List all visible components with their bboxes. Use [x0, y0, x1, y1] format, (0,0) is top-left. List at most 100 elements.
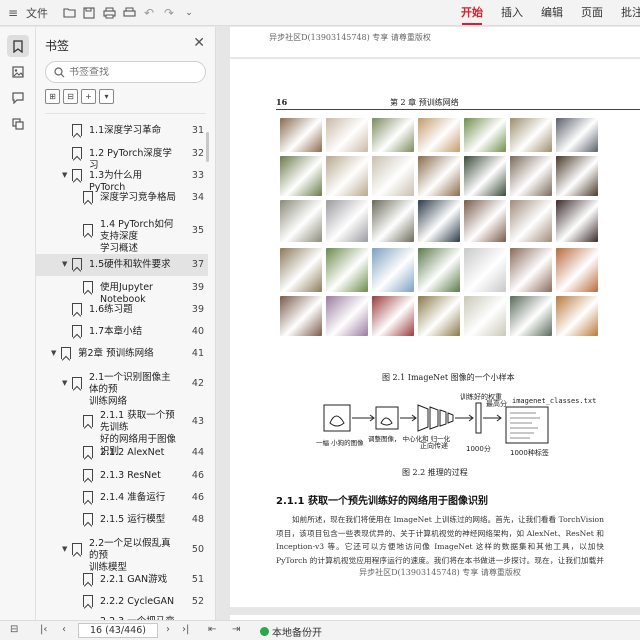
bookmark-page-number: 34 — [191, 192, 204, 203]
diagram-label-max: 最高分 — [486, 399, 507, 408]
backup-status[interactable]: 本地备份开 — [260, 624, 322, 639]
bookmark-flag-icon — [83, 469, 93, 481]
save-icon[interactable] — [82, 6, 96, 20]
chevron-down-icon[interactable]: ⌄ — [182, 6, 196, 20]
bookmark-item[interactable]: ▼ 2.2一个足以假乱真的预 训练模型 50 — [36, 531, 208, 573]
bookmark-item[interactable]: 2.1.2 AlexNet 44 — [36, 442, 208, 464]
sample-photo — [464, 248, 506, 292]
forward-icon[interactable]: ⇥ — [232, 624, 240, 635]
sample-photo — [372, 200, 414, 242]
collapse-all-icon[interactable]: ⊟ — [63, 89, 78, 104]
expand-arrow-icon[interactable]: ▼ — [62, 171, 67, 179]
bookmark-label-line: 学习概述 — [100, 243, 139, 254]
redo-icon[interactable]: ↷ — [162, 6, 176, 20]
tab-edit[interactable]: 编辑 — [532, 0, 572, 26]
bookmark-item[interactable]: 1.1深度学习革命 31 — [36, 120, 208, 142]
document-page: 16 第 2 章 预训练网络 图 2.1 ImageNet 图像的一个小样本 训… — [230, 59, 640, 607]
sample-photo — [280, 248, 322, 292]
sample-photo — [556, 118, 598, 152]
bookmark-item[interactable]: 2.1.4 准备运行 46 — [36, 487, 208, 509]
expand-all-icon[interactable]: ⊞ — [45, 89, 60, 104]
document-viewport[interactable]: 异步社区D(13903145748) 专享 请尊重版权 16 第 2 章 预训练… — [217, 27, 640, 620]
sample-photo — [556, 156, 598, 196]
bookmark-item[interactable]: 使用Jupyter Notebook 39 — [36, 277, 208, 305]
bookmark-page-number: 41 — [191, 348, 204, 359]
tab-start[interactable]: 开始 — [452, 0, 492, 26]
bookmark-tools: ⊞ ⊟ + ▾ — [45, 89, 114, 104]
page-number: 16 — [276, 97, 288, 107]
next-page-icon[interactable]: › — [166, 624, 170, 635]
bookmark-settings-icon[interactable]: ▾ — [99, 89, 114, 104]
expand-arrow-icon[interactable]: ▼ — [51, 349, 56, 357]
tab-page[interactable]: 页面 — [572, 0, 612, 26]
bookmark-item[interactable]: 2.2.3 一个把马变成斑马的网络53 — [36, 613, 208, 620]
bookmark-flag-icon — [61, 347, 71, 359]
bookmark-label-line: 2.2.1 GAN游戏 — [100, 574, 168, 585]
bookmark-item[interactable]: 深度学习竞争格局 34 — [36, 187, 208, 209]
bookmark-item[interactable]: 2.2.2 CycleGAN 52 — [36, 591, 208, 613]
bookmark-item[interactable]: ▼ 1.3为什么用PyTorch 33 — [36, 165, 208, 193]
page-number-input[interactable]: 16 (43/446) — [78, 623, 158, 638]
bookmark-item[interactable]: 1.6练习题 39 — [36, 299, 208, 321]
bookmark-label-line: 2.1一个识别图像主体的预 — [89, 372, 171, 395]
first-page-icon[interactable]: |‹ — [40, 624, 47, 635]
expand-arrow-icon[interactable]: ▼ — [62, 379, 67, 387]
last-page-icon[interactable]: ›| — [182, 624, 189, 635]
attachment-icon[interactable] — [7, 113, 29, 135]
expand-arrow-icon[interactable]: ▼ — [62, 260, 67, 268]
sample-photo — [510, 118, 552, 152]
sample-photo — [418, 118, 460, 152]
bookmark-page-number: 52 — [191, 596, 204, 607]
thumbnail-icon[interactable] — [7, 61, 29, 83]
prev-page-icon[interactable]: ‹ — [62, 624, 66, 635]
bookmark-item[interactable]: 2.1.1 获取一个预先训练 好的网络用于图像识别 43 — [36, 405, 208, 457]
sample-photo — [418, 296, 460, 336]
bookmark-label: 2.2.1 GAN游戏 — [100, 574, 178, 586]
bookmark-item[interactable]: ▼ 1.5硬件和软件要求 37 — [36, 254, 208, 276]
bookmark-search-input[interactable] — [69, 66, 199, 78]
sample-photo — [326, 200, 368, 242]
dog-sketch-2 — [380, 417, 393, 426]
bookmark-item[interactable]: 2.2.1 GAN游戏 51 — [36, 569, 208, 591]
bookmark-page-number: 46 — [191, 492, 204, 503]
bookmark-label: 1.7本章小结 — [89, 326, 178, 338]
bookmark-panel-icon[interactable] — [7, 35, 29, 57]
sample-photo — [510, 248, 552, 292]
bookmark-page-number: 35 — [191, 225, 204, 236]
diagram-label-preprocess: 调整图像， 中心化和 归一化 — [368, 434, 451, 443]
bookmark-item[interactable]: 1.4 PyTorch如何支持深度 学习概述 35 — [36, 210, 208, 254]
diagram-label-file: imagenet_classes.txt — [512, 397, 596, 405]
labels-file — [505, 406, 549, 444]
tab-comment[interactable]: 批注 — [612, 0, 640, 26]
bookmark-flag-icon — [83, 281, 93, 293]
comment-icon[interactable] — [7, 87, 29, 109]
bookmark-item[interactable]: 1.2 PyTorch深度学习 32 — [36, 143, 208, 171]
undo-icon[interactable]: ↶ — [142, 6, 156, 20]
close-icon[interactable]: ✕ — [193, 35, 205, 51]
file-menu[interactable]: 文件 — [26, 5, 48, 21]
bookmark-label-line: 1.4 PyTorch如何支持深度 — [100, 219, 174, 242]
bookmark-label: 1.6练习题 — [89, 304, 178, 316]
bookmark-item[interactable]: ▼ 2.1一个识别图像主体的预 训练网络 42 — [36, 365, 208, 407]
bookmark-item[interactable]: 1.7本章小结 40 — [36, 321, 208, 343]
network-layer-3 — [439, 409, 447, 427]
sample-photo — [464, 296, 506, 336]
bookmark-item[interactable]: 2.1.5 运行模型 48 — [36, 509, 208, 531]
menu-icon[interactable]: ≡ — [6, 6, 20, 20]
search-icon — [54, 66, 65, 77]
print-icon[interactable] — [122, 6, 136, 20]
sample-photo — [372, 156, 414, 196]
bookmark-item[interactable]: 2.1.3 ResNet 46 — [36, 465, 208, 487]
tab-insert[interactable]: 插入 — [492, 0, 532, 26]
back-icon[interactable]: ⇤ — [208, 624, 216, 635]
sample-photo — [280, 156, 322, 196]
sample-photo — [510, 200, 552, 242]
sample-photo — [510, 156, 552, 196]
print-preview-icon[interactable] — [102, 6, 116, 20]
add-bookmark-icon[interactable]: + — [81, 89, 96, 104]
bookmark-search[interactable] — [45, 61, 206, 83]
expand-arrow-icon[interactable]: ▼ — [62, 545, 67, 553]
bookmark-item[interactable]: ▼ 第2章 预训练网络 41 — [36, 343, 208, 365]
open-folder-icon[interactable] — [62, 6, 76, 20]
sidebar-toggle-icon[interactable]: ⊟ — [10, 624, 18, 635]
